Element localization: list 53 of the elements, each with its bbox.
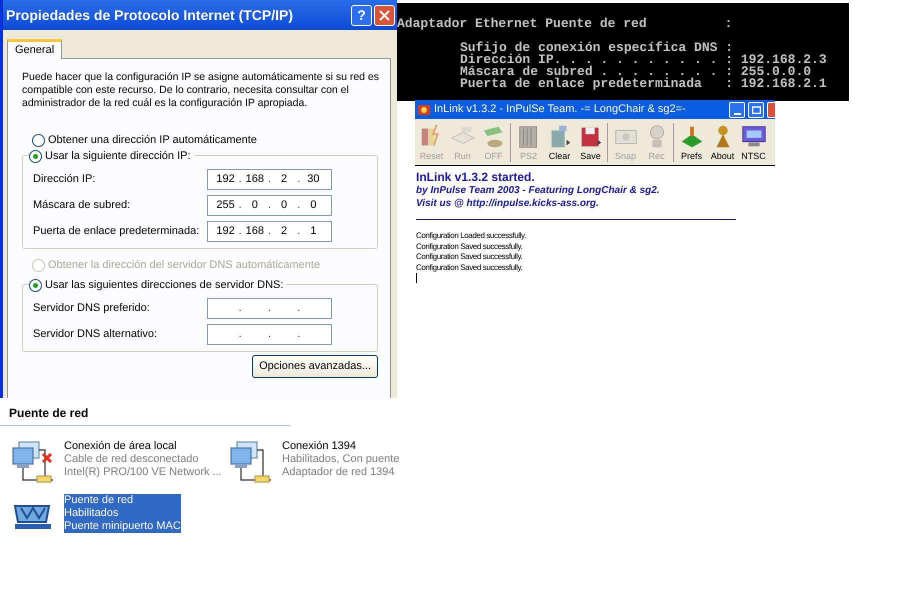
console-line: Sufijo de conexión específica DNS : xyxy=(460,42,734,54)
console-line: Puerta de enlace predeterminada : 192.168.2.1 xyxy=(460,78,828,90)
ip-address-field[interactable]: 255 . 0 . 0 . 0 xyxy=(207,194,332,216)
radio-label: Obtener la dirección del servidor DNS automáticamente xyxy=(48,258,320,274)
tab[interactable]: General xyxy=(7,39,62,59)
toolbar-button[interactable]: NTSC xyxy=(738,122,769,162)
credits-text: by InPulse Team 2003 - Featuring LongChair & sg2. xyxy=(416,184,661,197)
maximize-button[interactable] xyxy=(748,102,764,118)
connection-item[interactable]: Conexión de área local Cable de red desconectado Intel(R) PRO/100 VE Network ... xyxy=(64,440,222,479)
advanced-options-button[interactable]: Opciones avanzadas... xyxy=(252,355,378,378)
close-icon xyxy=(379,10,390,20)
console-line: Dirección IP. . . . . . . . . . . : 192.168.2.3 xyxy=(460,54,828,66)
connection-item[interactable]: Puente de red Habilitados Puente minipuerto MAC xyxy=(64,494,181,533)
ip-address-field[interactable]: 192 . 168 . 2 . 1 xyxy=(207,220,332,242)
app-icon xyxy=(417,102,431,116)
field-label: Servidor DNS preferido: xyxy=(33,300,151,316)
console-line: Adaptador Ethernet Puente de red : xyxy=(397,18,734,30)
text-cursor xyxy=(416,273,417,283)
radio-label: Usar las siguientes direcciones de servidor DNS: xyxy=(45,278,284,293)
credits-text: Visit us @ http://inpulse.kicks-ass.org. xyxy=(416,197,600,210)
window-title: InLink v1.3.2 - InPulSe Team. -= LongChair & sg2=- xyxy=(434,102,687,118)
log-line: Configuration Loaded successfully. xyxy=(416,231,527,242)
log-line: Configuration Saved successfully. xyxy=(416,252,524,262)
intro-text: Puede hacer que la configuración IP se asigne automáticamente si su red es compatible con este recurso. De lo contrario, necesita consultar con el administrador de la red cuál es la configuración IP apropiada. xyxy=(22,71,380,110)
console-line: Máscara de subred . . . . . . . . : 255.0.0.0 xyxy=(460,66,812,78)
toolbar-button[interactable]: Clear xyxy=(544,122,575,162)
ip-address-field[interactable]: 192 . 168 . 2 . 30 xyxy=(207,168,332,190)
radio-button[interactable] xyxy=(29,278,42,292)
close-button[interactable] xyxy=(374,4,395,26)
field-label: Máscara de subred: xyxy=(33,198,132,213)
close-button[interactable] xyxy=(767,102,775,118)
radio-label: Obtener una dirección IP automáticamente xyxy=(48,133,257,148)
minimize-icon xyxy=(734,112,740,114)
maximize-icon xyxy=(752,106,760,114)
field-label: Puerta de enlace predeterminada: xyxy=(33,224,200,239)
minimize-button[interactable] xyxy=(729,102,745,118)
toolbar-button[interactable]: About xyxy=(707,122,738,162)
field-label: Dirección IP: xyxy=(33,172,96,187)
radio-button[interactable] xyxy=(32,134,45,147)
ip-address-field[interactable]: . . . xyxy=(207,298,332,318)
radio-button[interactable] xyxy=(29,150,42,163)
status-heading: InLink v1.3.2 started. xyxy=(416,170,536,184)
section-heading: Puente de red xyxy=(9,406,88,420)
window-title: Propiedades de Protocolo Internet (TCP/IP) xyxy=(6,6,294,25)
connection-item[interactable]: Conexión 1394 Habilitados, Con puente Adaptador de red 1394 xyxy=(282,440,400,479)
log-line: Configuration Saved successfully. xyxy=(416,242,524,252)
toolbar-button[interactable]: Save xyxy=(575,122,606,162)
toolbar-button[interactable]: Prefs xyxy=(676,122,707,162)
ip-address-field[interactable]: . . . xyxy=(207,324,332,344)
radio-label: Usar la siguiente dirección IP: xyxy=(45,149,191,164)
field-label: Servidor DNS alternativo: xyxy=(33,326,158,342)
log-line: Configuration Saved successfully. xyxy=(416,262,524,273)
help-button[interactable]: ? xyxy=(351,4,372,26)
